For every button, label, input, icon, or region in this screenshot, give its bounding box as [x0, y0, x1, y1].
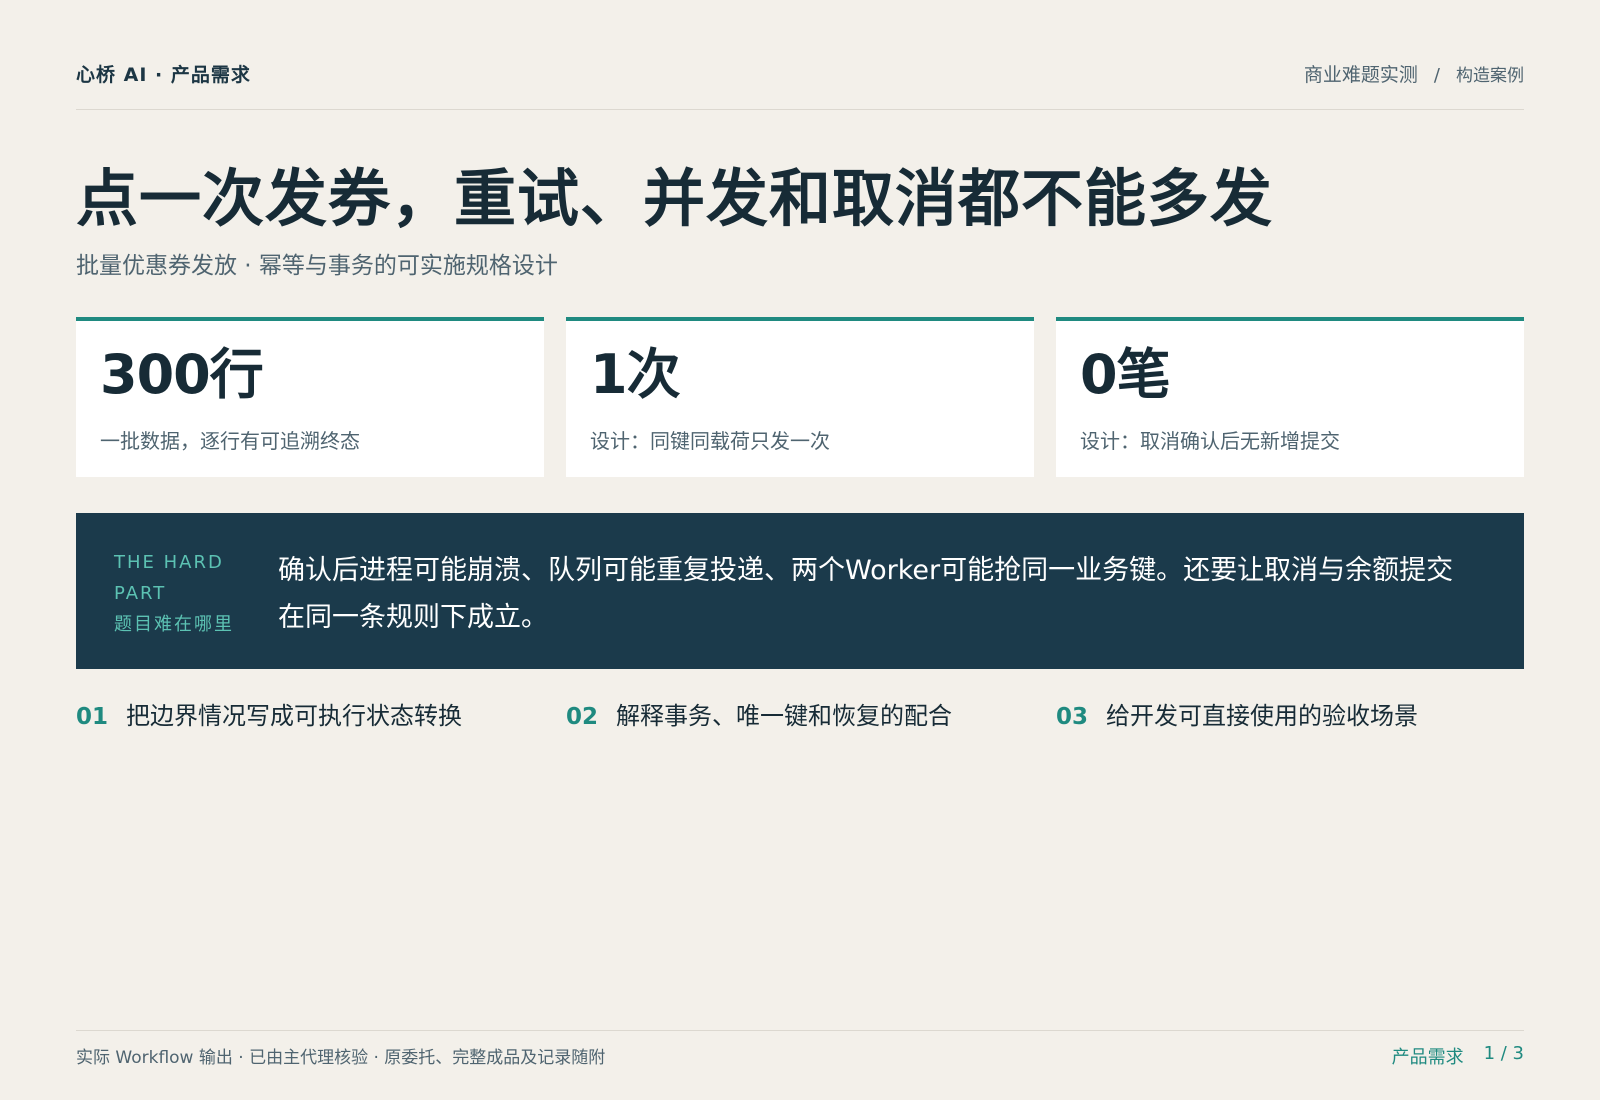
page-subtitle: 批量优惠券发放 · 幂等与事务的可实施规格设计 — [76, 253, 558, 279]
stat-card-once: 1次 设计：同键同载荷只发一次 — [566, 317, 1034, 477]
point-text: 把边界情况写成可执行状态转换 — [126, 702, 463, 730]
stat-value: 0笔 — [1080, 343, 1171, 406]
breadcrumb-sub: 构造案例 — [1456, 66, 1524, 86]
stat-card-zero: 0笔 设计：取消确认后无新增提交 — [1056, 317, 1524, 477]
point-text: 解释事务、唯一键和恢复的配合 — [616, 702, 953, 730]
point-number: 02 — [566, 704, 599, 730]
stat-card-rows: 300行 一批数据，逐行有可追溯终态 — [76, 317, 544, 477]
footer-section: 产品需求 — [1391, 1046, 1464, 1068]
brand-label: 心桥 AI · 产品需求 — [76, 64, 251, 86]
point-number: 01 — [76, 704, 109, 730]
footer-note: 实际 Workflow 输出 · 已由主代理核验 · 原委托、完整成品及记录随附 — [76, 1048, 606, 1068]
stat-value: 300行 — [100, 343, 264, 406]
stats-row: 300行 一批数据，逐行有可追溯终态 1次 设计：同键同载荷只发一次 0笔 设计… — [76, 317, 1524, 477]
page-title: 点一次发券，重试、并发和取消都不能多发 — [76, 162, 1274, 235]
page-number: 1 / 3 — [1483, 1042, 1524, 1064]
point-number: 03 — [1056, 704, 1089, 730]
slide-page: 心桥 AI · 产品需求 商业难题实测 / 构造案例 点一次发券，重试、并发和取… — [0, 0, 1600, 1100]
hard-part-text: 确认后进程可能崩溃、队列可能重复投递、两个Worker可能抢同一业务键。还要让取… — [278, 555, 1454, 633]
stat-label: 设计：同键同载荷只发一次 — [590, 429, 830, 453]
breadcrumb-separator: / — [1433, 65, 1440, 86]
points-row: 01 把边界情况写成可执行状态转换 02 解释事务、唯一键和恢复的配合 03 给… — [76, 696, 1524, 731]
hard-part-panel: THE HARD PART 题目难在哪里 确认后进程可能崩溃、队列可能重复投递、… — [76, 513, 1524, 669]
footer-pagination: 产品需求 1 / 3 — [1392, 1043, 1524, 1069]
header-bar: 心桥 AI · 产品需求 商业难题实测 / 构造案例 — [76, 58, 1524, 110]
footer-bar: 实际 Workflow 输出 · 已由主代理核验 · 原委托、完整成品及记录随附… — [76, 1030, 1524, 1074]
point-item: 01 把边界情况写成可执行状态转换 — [76, 696, 544, 731]
hard-part-kicker-zh: 题目难在哪里 — [114, 614, 234, 635]
point-text: 给开发可直接使用的验收场景 — [1106, 702, 1419, 730]
point-item: 02 解释事务、唯一键和恢复的配合 — [566, 696, 1034, 731]
stat-label: 一批数据，逐行有可追溯终态 — [100, 429, 360, 453]
stat-value: 1次 — [590, 343, 681, 406]
point-item: 03 给开发可直接使用的验收场景 — [1056, 696, 1524, 731]
hard-part-kicker-en: THE HARD PART — [114, 552, 224, 604]
breadcrumb: 商业难题实测 / 构造案例 — [1304, 58, 1524, 87]
breadcrumb-main: 商业难题实测 — [1303, 64, 1418, 86]
hard-part-kicker: THE HARD PART 题目难在哪里 — [114, 547, 274, 669]
stat-label: 设计：取消确认后无新增提交 — [1080, 429, 1340, 453]
